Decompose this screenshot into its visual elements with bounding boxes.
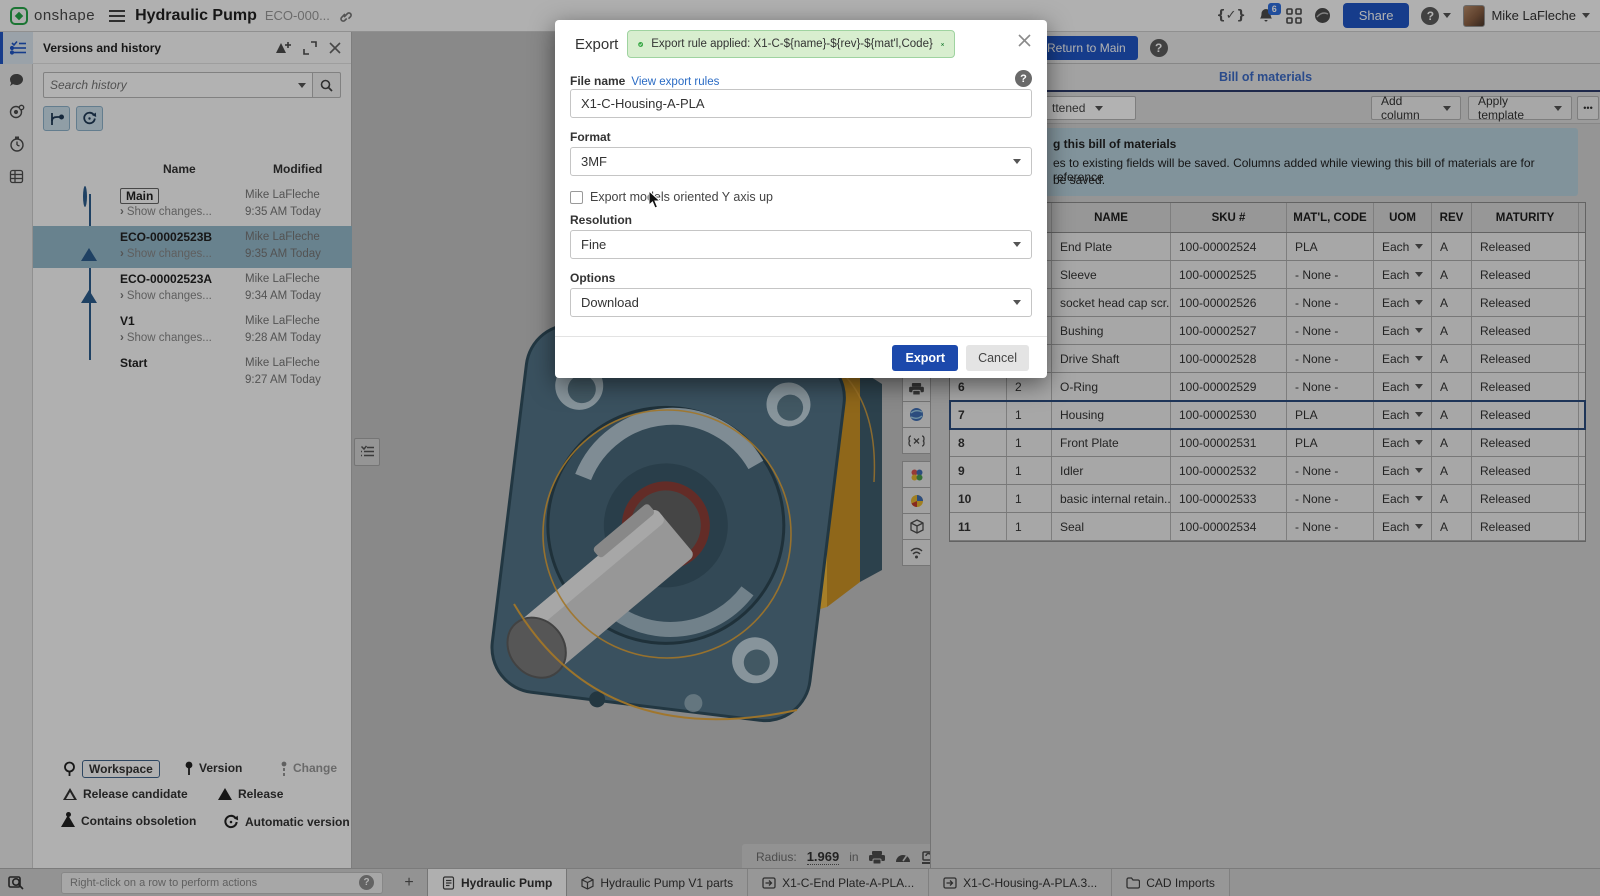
- file-name-input[interactable]: [570, 89, 1032, 118]
- success-check-icon: [638, 37, 643, 52]
- resolution-label: Resolution: [570, 213, 632, 227]
- options-label: Options: [570, 271, 615, 285]
- close-dialog-icon[interactable]: [1018, 34, 1031, 47]
- options-select[interactable]: Download: [570, 288, 1032, 317]
- help-icon[interactable]: ?: [1015, 70, 1032, 87]
- format-select[interactable]: 3MF: [570, 147, 1032, 176]
- export-button[interactable]: Export: [892, 345, 958, 371]
- mouse-cursor-icon: [648, 190, 662, 210]
- y-axis-up-checkbox[interactable]: [570, 191, 583, 204]
- export-dialog: Export Export rule applied: X1-C-${name}…: [555, 20, 1047, 378]
- chevron-down-icon: [1013, 159, 1021, 164]
- dismiss-banner-icon[interactable]: [941, 40, 944, 49]
- rule-banner-text: Export rule applied: X1-C-${name}-${rev}…: [651, 38, 933, 50]
- chevron-down-icon: [1013, 242, 1021, 247]
- resolution-select[interactable]: Fine: [570, 230, 1032, 259]
- dialog-title: Export: [575, 36, 618, 53]
- view-export-rules-link[interactable]: View export rules: [631, 76, 719, 88]
- y-axis-up-label[interactable]: Export models oriented Y axis up: [590, 190, 773, 204]
- cancel-button[interactable]: Cancel: [966, 345, 1029, 371]
- format-label: Format: [570, 130, 611, 144]
- export-rule-banner: Export rule applied: X1-C-${name}-${rev}…: [627, 30, 955, 58]
- chevron-down-icon: [1013, 300, 1021, 305]
- file-name-label: File name: [570, 74, 625, 88]
